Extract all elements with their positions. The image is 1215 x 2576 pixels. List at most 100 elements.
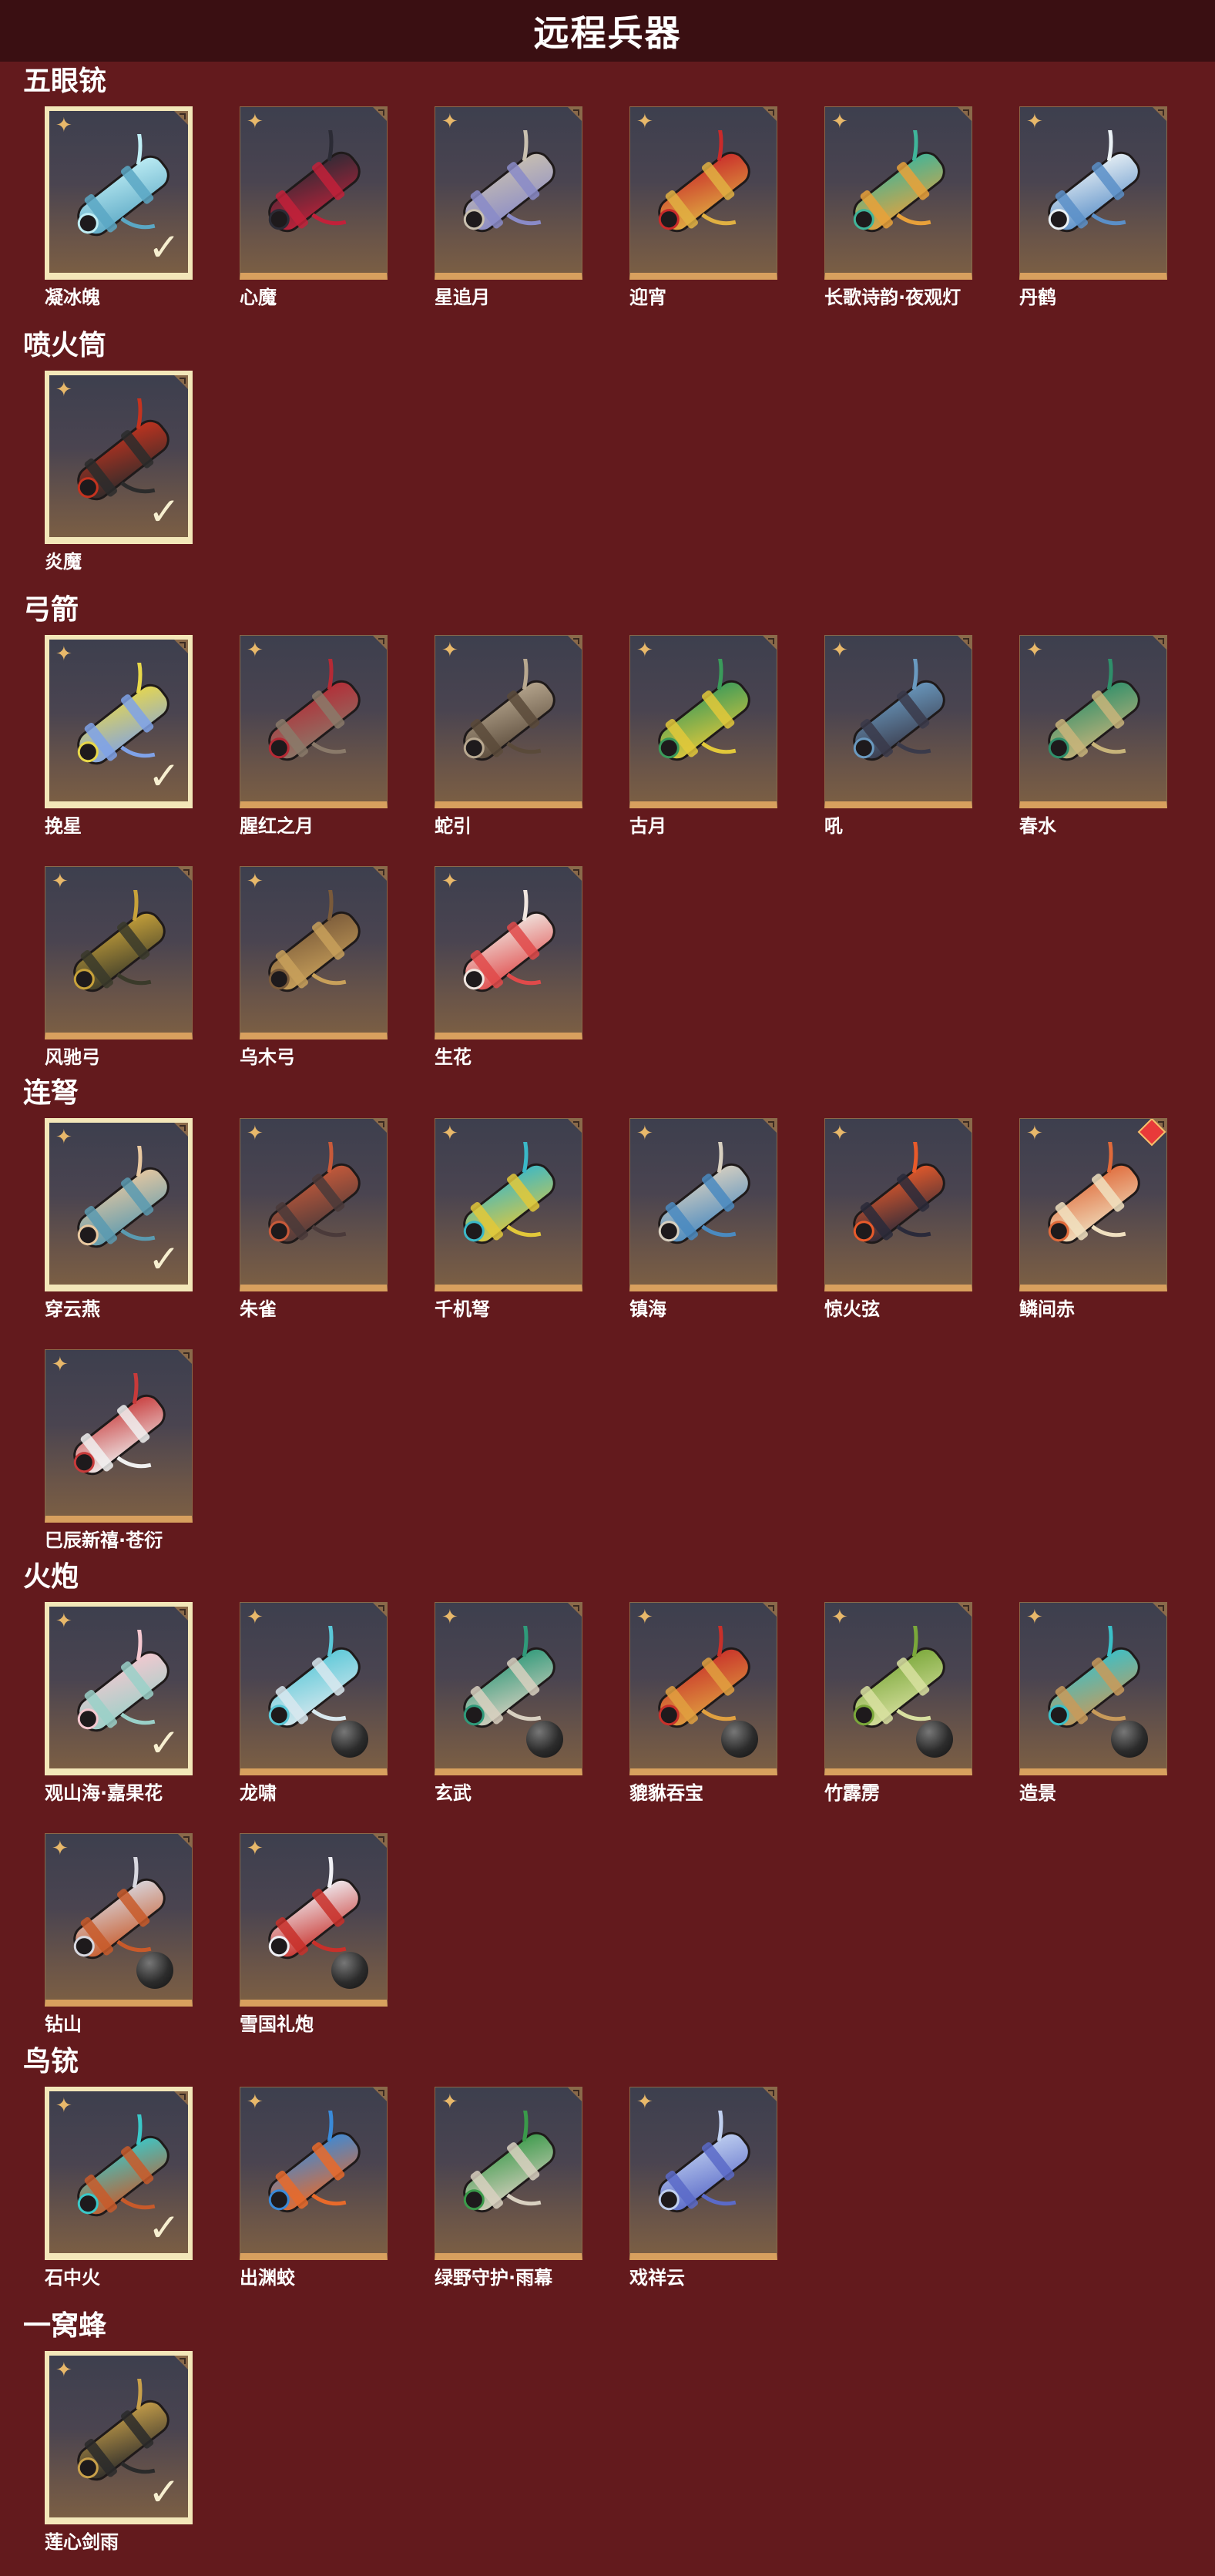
- weapon-thumbnail[interactable]: ✦: [1019, 635, 1167, 808]
- weapon-thumbnail[interactable]: ✦: [240, 1833, 388, 2007]
- weapon-card[interactable]: ✦ 风驰弓: [45, 866, 193, 1069]
- weapon-card[interactable]: ✦ ✓ 穿云燕: [45, 1118, 193, 1321]
- weapon-name: 凝冰魄: [45, 287, 100, 308]
- weapon-card[interactable]: ✦ ✓ 挽星: [45, 635, 193, 838]
- weapon-thumbnail[interactable]: ✦ ✓: [45, 635, 193, 808]
- weapon-image: [268, 1142, 361, 1244]
- weapon-card[interactable]: ✦ 绿野守护·雨幕: [435, 2087, 582, 2289]
- weapon-thumbnail[interactable]: ✦: [824, 1118, 972, 1291]
- cannonball-icon: [331, 1952, 368, 1989]
- weapon-thumbnail[interactable]: ✦: [1019, 1118, 1167, 1291]
- weapon-name: 腥红之月: [240, 815, 314, 837]
- weapon-card[interactable]: ✦ 丹鹤: [1019, 106, 1167, 309]
- weapon-card[interactable]: ✦ 龙啸: [240, 1602, 388, 1805]
- weapon-thumbnail[interactable]: ✦: [45, 1833, 193, 2007]
- weapon-card[interactable]: ✦ 竹霹雳: [824, 1602, 972, 1805]
- weapon-thumbnail[interactable]: ✦: [240, 2087, 388, 2260]
- weapon-card[interactable]: ✦ 星追月: [435, 106, 582, 309]
- weapon-thumbnail[interactable]: ✦ ✓: [45, 2087, 193, 2260]
- weapon-card[interactable]: ✦ 造景: [1019, 1602, 1167, 1805]
- weapon-card[interactable]: ✦ 玄武: [435, 1602, 582, 1805]
- weapon-thumbnail[interactable]: ✦: [435, 635, 582, 808]
- weapon-thumbnail[interactable]: ✦: [435, 866, 582, 1039]
- weapon-thumbnail[interactable]: ✦: [629, 635, 777, 808]
- weapon-card[interactable]: ✦ 吼: [824, 635, 972, 838]
- corner-expand-icon: [568, 2087, 582, 2101]
- weapon-thumbnail[interactable]: ✦: [435, 1118, 582, 1291]
- weapon-card[interactable]: ✦ 蛇引: [435, 635, 582, 838]
- corner-expand-icon: [174, 111, 188, 125]
- weapon-card[interactable]: ✦ 惊火弦: [824, 1118, 972, 1321]
- cannonball-icon: [1111, 1721, 1148, 1758]
- weapon-thumbnail[interactable]: ✦: [240, 635, 388, 808]
- weapon-card[interactable]: ✦ 乌木弓: [240, 866, 388, 1069]
- weapon-image: [463, 2111, 555, 2213]
- weapon-thumbnail[interactable]: ✦: [629, 1602, 777, 1775]
- weapon-thumbnail[interactable]: ✦: [435, 2087, 582, 2260]
- star-icon: ✦: [52, 1353, 69, 1376]
- weapon-card[interactable]: ✦ 迎宵: [629, 106, 777, 309]
- weapon-card[interactable]: ✦ 钻山: [45, 1833, 193, 2036]
- weapon-card[interactable]: ✦ 貔貅吞宝: [629, 1602, 777, 1805]
- corner-expand-icon: [568, 1603, 582, 1617]
- weapon-card[interactable]: ✦ 长歌诗韵·夜观灯: [824, 106, 972, 309]
- weapon-thumbnail[interactable]: ✦: [240, 1118, 388, 1291]
- weapon-thumbnail[interactable]: ✦: [1019, 1602, 1167, 1775]
- section-title: 火炮: [23, 1561, 79, 1593]
- weapon-thumbnail[interactable]: ✦: [435, 106, 582, 280]
- weapon-thumbnail[interactable]: ✦: [240, 1602, 388, 1775]
- weapon-card[interactable]: ✦ 出渊蛟: [240, 2087, 388, 2289]
- star-icon: ✦: [52, 1837, 69, 1860]
- weapon-name: 貔貅吞宝: [629, 1782, 703, 1804]
- corner-expand-icon: [1153, 107, 1166, 121]
- weapon-card[interactable]: ✦ 春水: [1019, 635, 1167, 838]
- weapon-card[interactable]: ✦ 戏祥云: [629, 2087, 777, 2289]
- weapon-thumbnail[interactable]: ✦ ✓: [45, 106, 193, 280]
- weapon-card[interactable]: ✦ ✓ 凝冰魄: [45, 106, 193, 309]
- section-title: 五眼铳: [23, 65, 107, 97]
- weapon-card[interactable]: ✦ ✓ 石中火: [45, 2087, 193, 2289]
- weapon-name: 鳞间赤: [1019, 1298, 1075, 1320]
- weapon-card[interactable]: ✦ 生花: [435, 866, 582, 1069]
- weapon-thumbnail[interactable]: ✦ ✓: [45, 371, 193, 544]
- weapon-card[interactable]: ✦ 鳞间赤: [1019, 1118, 1167, 1321]
- weapon-name: 长歌诗韵·夜观灯: [824, 287, 962, 308]
- weapon-image: [853, 659, 945, 761]
- section-title: 喷火筒: [23, 330, 107, 361]
- weapon-card[interactable]: ✦ 古月: [629, 635, 777, 838]
- weapon-card[interactable]: ✦ ✓ 莲心剑雨: [45, 2351, 193, 2554]
- weapon-card[interactable]: ✦ 巳辰新禧·苍衍: [45, 1349, 193, 1552]
- weapon-thumbnail[interactable]: ✦: [45, 866, 193, 1039]
- weapon-card[interactable]: ✦ ✓ 炎魔: [45, 371, 193, 573]
- weapon-card[interactable]: ✦ ✓ 观山海·嘉果花: [45, 1602, 193, 1805]
- weapon-thumbnail[interactable]: ✦: [824, 1602, 972, 1775]
- weapon-thumbnail[interactable]: ✦ ✓: [45, 1602, 193, 1775]
- weapon-name: 钻山: [45, 2013, 82, 2035]
- weapon-thumbnail[interactable]: ✦: [435, 1602, 582, 1775]
- weapon-thumbnail[interactable]: ✦: [45, 1349, 193, 1523]
- weapon-card[interactable]: ✦ 朱雀: [240, 1118, 388, 1321]
- weapon-thumbnail[interactable]: ✦: [1019, 106, 1167, 280]
- weapon-card[interactable]: ✦ 镇海: [629, 1118, 777, 1321]
- weapon-thumbnail[interactable]: ✦: [240, 866, 388, 1039]
- weapon-thumbnail[interactable]: ✦: [240, 106, 388, 280]
- star-icon: ✦: [247, 870, 263, 893]
- weapon-card[interactable]: ✦ 千机弩: [435, 1118, 582, 1321]
- weapon-card[interactable]: ✦ 雪国礼炮: [240, 1833, 388, 2036]
- weapon-card[interactable]: ✦ 心魔: [240, 106, 388, 309]
- section-title: 鸟铳: [23, 2046, 79, 2077]
- weapon-image: [463, 1142, 555, 1244]
- weapon-thumbnail[interactable]: ✦ ✓: [45, 1118, 193, 1291]
- weapon-thumbnail[interactable]: ✦: [629, 1118, 777, 1291]
- weapon-image: [658, 659, 750, 761]
- weapon-thumbnail[interactable]: ✦: [824, 635, 972, 808]
- weapon-image: [1048, 130, 1140, 233]
- weapon-card[interactable]: ✦ 腥红之月: [240, 635, 388, 838]
- star-icon: ✦: [441, 1606, 458, 1629]
- corner-expand-icon: [174, 640, 188, 653]
- star-icon: ✦: [441, 2091, 458, 2114]
- weapon-thumbnail[interactable]: ✦: [629, 106, 777, 280]
- weapon-thumbnail[interactable]: ✦ ✓: [45, 2351, 193, 2524]
- weapon-thumbnail[interactable]: ✦: [629, 2087, 777, 2260]
- weapon-thumbnail[interactable]: ✦: [824, 106, 972, 280]
